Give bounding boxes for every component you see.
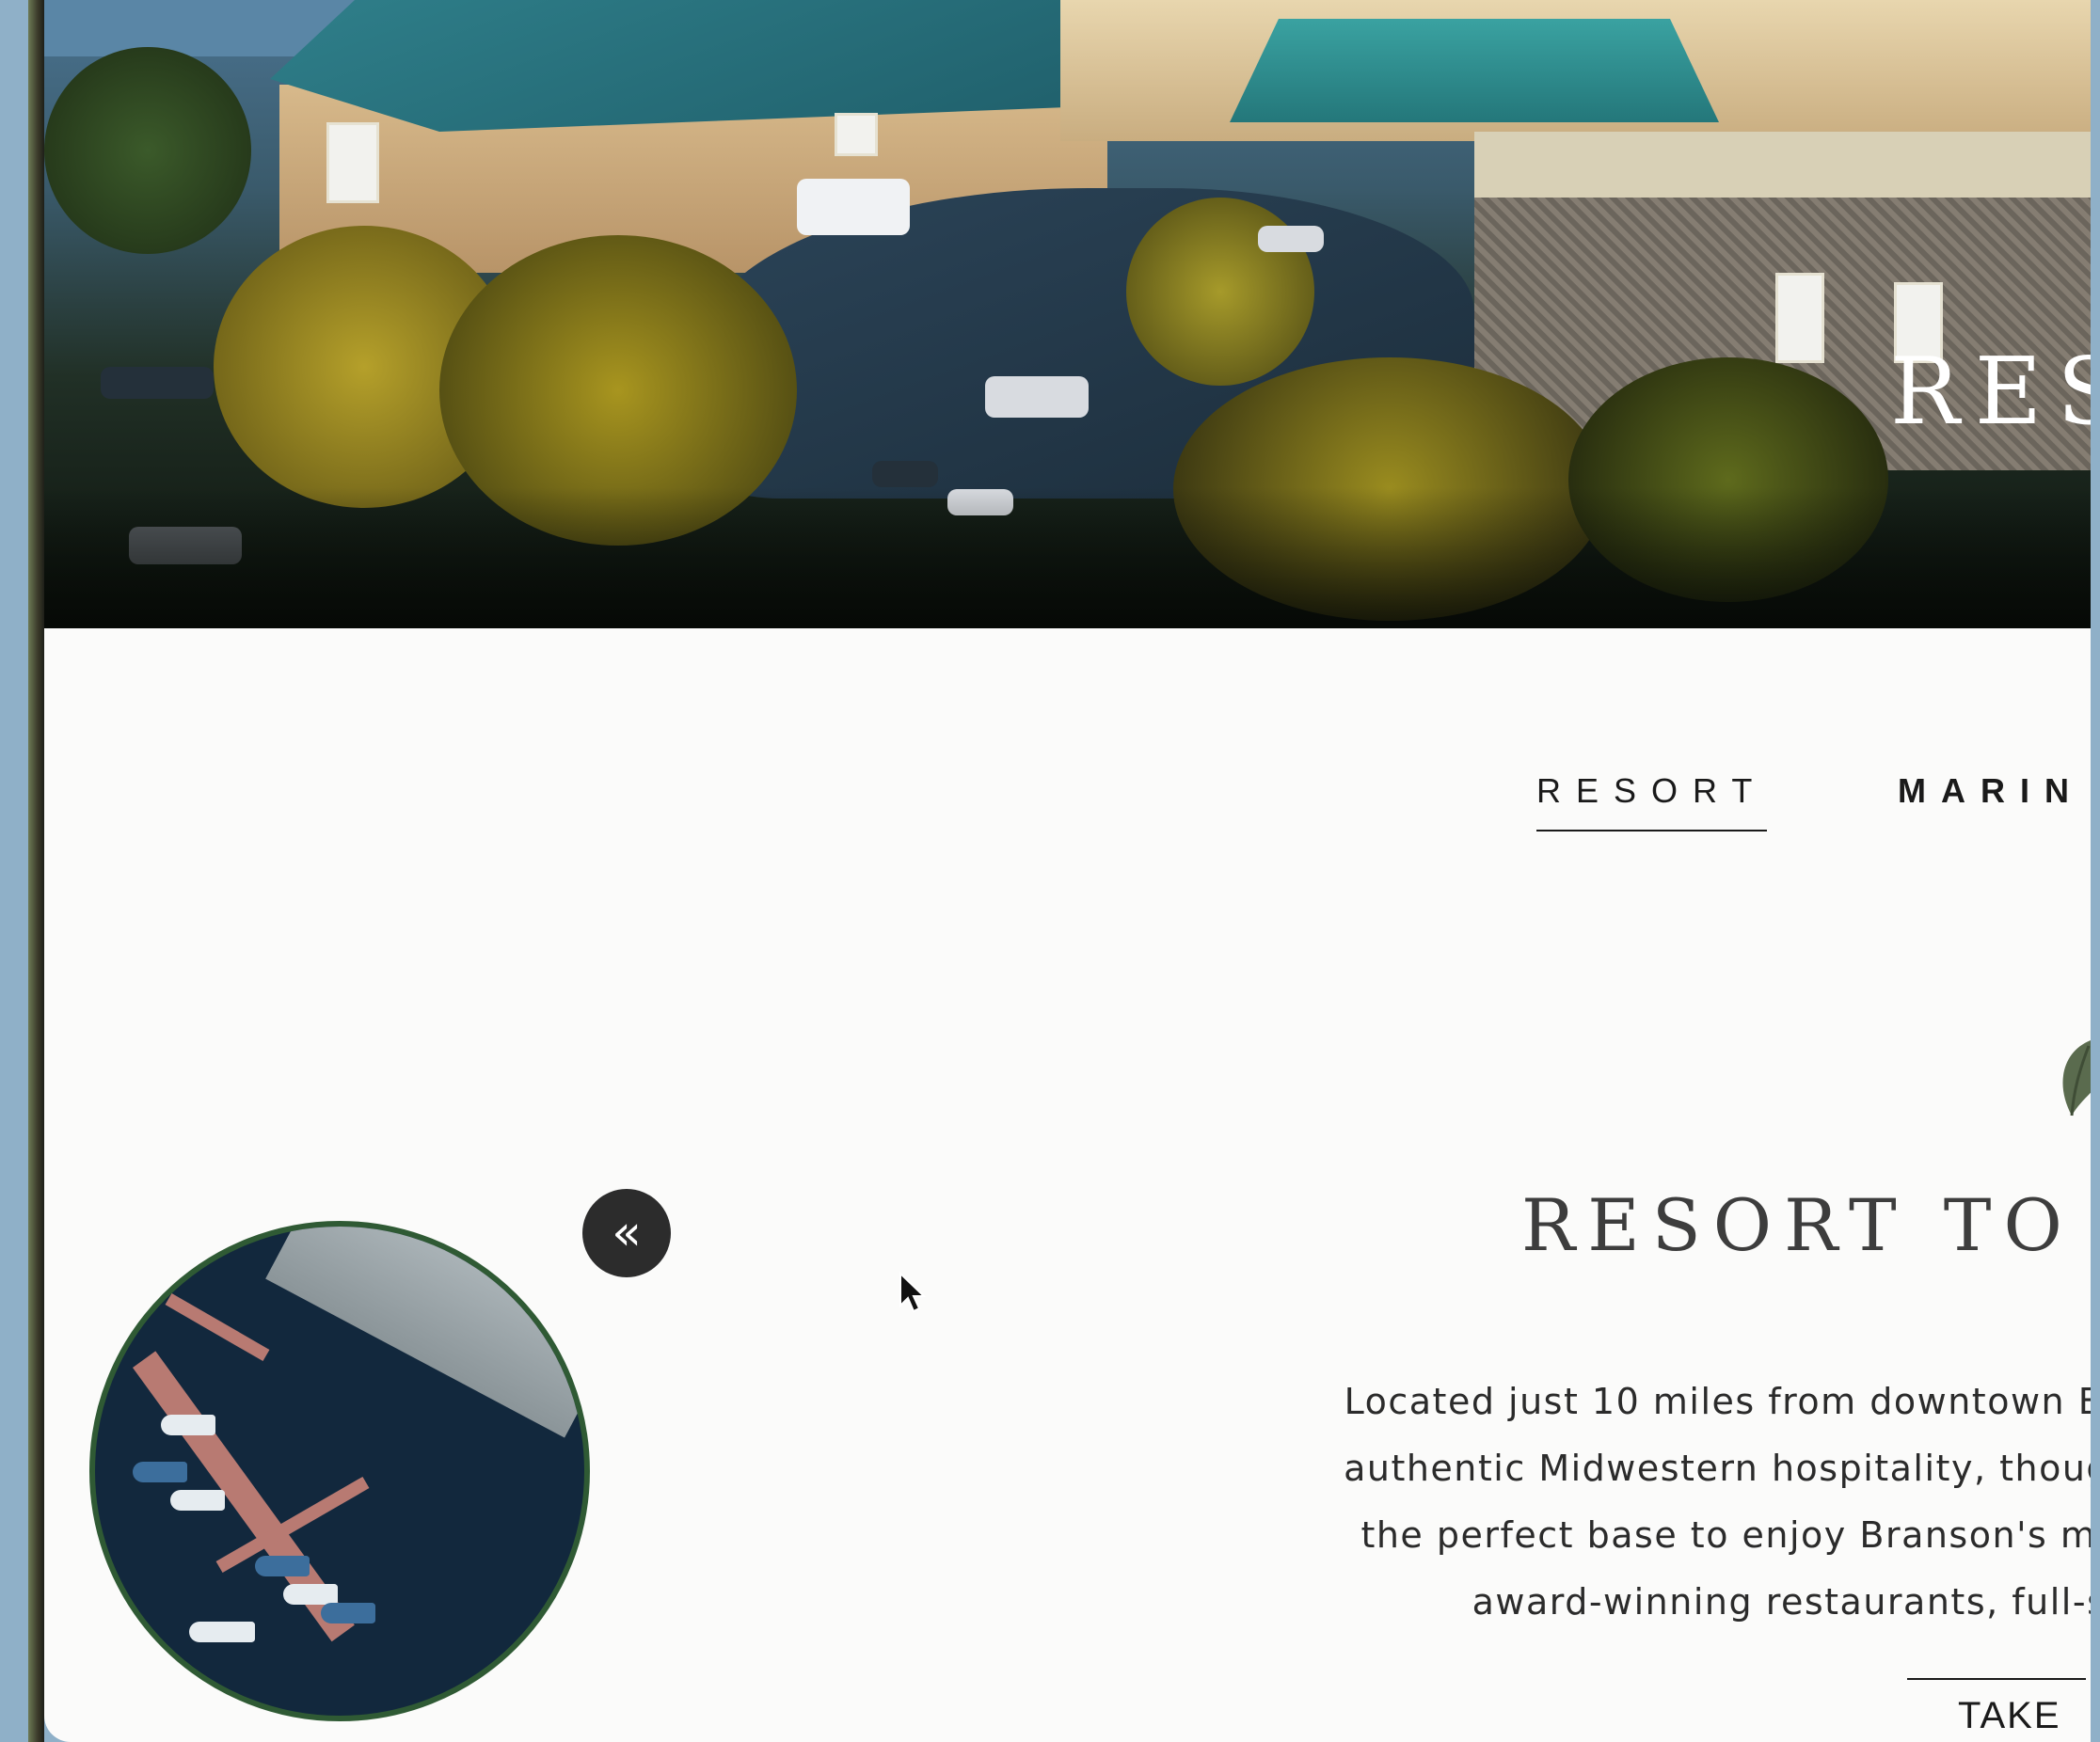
- section-paragraph: Located just 10 miles from downtown Bran…: [1211, 1369, 2091, 1636]
- paragraph-line: award-winning restaurants, full-s: [1472, 1581, 2091, 1623]
- boat: [255, 1556, 310, 1576]
- hero-car: [1258, 226, 1324, 252]
- hero-tree: [44, 47, 251, 254]
- hero-roof-center: [1230, 19, 1719, 122]
- tab-resort[interactable]: RESORT: [1536, 771, 1768, 831]
- double-chevron-left-icon: «: [612, 1205, 642, 1261]
- hero-car: [101, 367, 214, 399]
- take-tour-link[interactable]: TAKE: [1958, 1695, 2061, 1737]
- hero-window: [326, 122, 379, 203]
- paragraph-line: Located just 10 miles from downtown Bran…: [1344, 1381, 2091, 1422]
- boat: [170, 1490, 225, 1511]
- window-edge: [28, 0, 44, 1742]
- collapse-widget-button[interactable]: «: [582, 1189, 671, 1277]
- page: RES RESORT MARIN RESORT TO Located just …: [44, 0, 2091, 1742]
- boat: [283, 1584, 338, 1605]
- boat: [133, 1462, 187, 1482]
- paragraph-line: authentic Midwestern hospitality, though…: [1344, 1448, 2091, 1489]
- leaf-icon: [2062, 1040, 2091, 1116]
- dock-roof: [265, 1227, 584, 1438]
- hero-shade: [44, 487, 2091, 628]
- hero-shuttle: [797, 179, 910, 235]
- hero-window: [835, 113, 878, 156]
- section-tabs: RESORT MARIN: [44, 771, 2091, 847]
- hero-window: [1775, 273, 1824, 363]
- section-heading: RESORT TO: [1521, 1183, 2075, 1267]
- hero-image: RES: [44, 0, 2091, 628]
- dock: [165, 1292, 270, 1362]
- marina-thumbnail[interactable]: [89, 1221, 590, 1721]
- mouse-pointer-icon: [899, 1272, 927, 1313]
- cta-underline: [1907, 1678, 2086, 1680]
- paragraph-line: the perfect base to enjoy Branson's many…: [1360, 1514, 2091, 1556]
- hero-car: [872, 461, 938, 487]
- boat: [189, 1622, 255, 1642]
- boat: [161, 1415, 215, 1435]
- hero-title: RES: [1890, 339, 2091, 446]
- hero-car: [985, 376, 1089, 418]
- tab-marina[interactable]: MARIN: [1898, 771, 2084, 830]
- boat: [321, 1603, 375, 1623]
- hero-building-cap: [1474, 132, 2091, 198]
